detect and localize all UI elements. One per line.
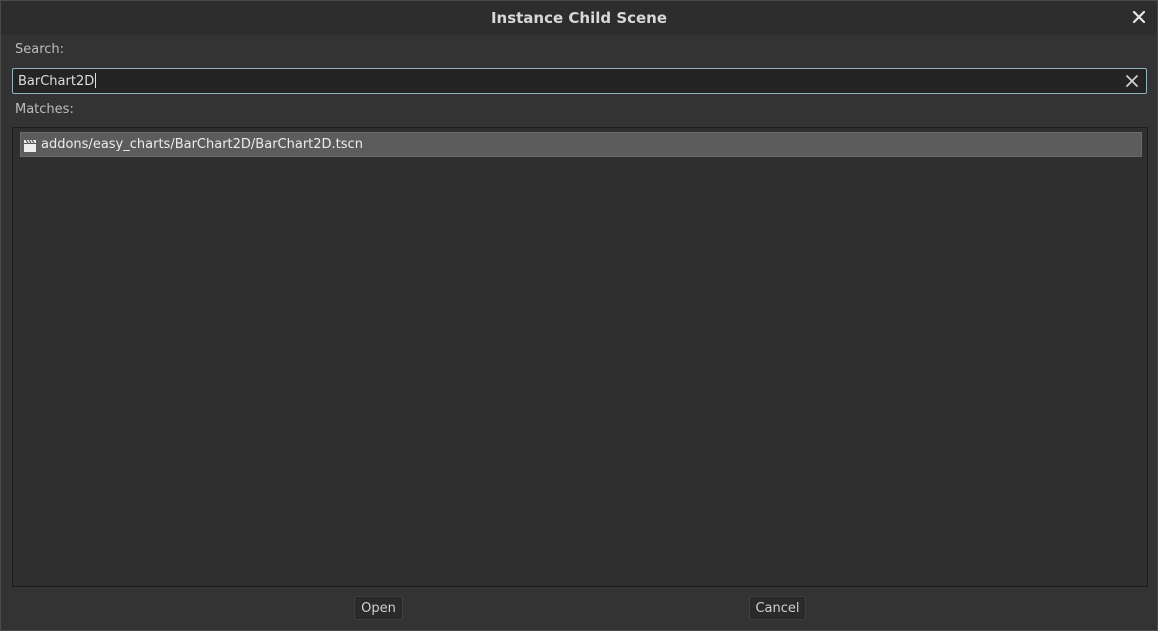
dialog-titlebar: Instance Child Scene bbox=[1, 1, 1157, 35]
close-icon[interactable] bbox=[1129, 7, 1149, 27]
cancel-button[interactable]: Cancel bbox=[749, 596, 806, 620]
search-label: Search: bbox=[15, 42, 65, 57]
dialog-title: Instance Child Scene bbox=[490, 9, 668, 27]
match-path: addons/easy_charts/BarChart2D/BarChart2D… bbox=[41, 137, 363, 152]
instance-child-scene-dialog: Instance Child Scene Search: BarChart2D … bbox=[0, 0, 1158, 631]
scene-clapperboard-icon bbox=[23, 138, 37, 152]
matches-label: Matches: bbox=[15, 102, 74, 117]
text-caret bbox=[95, 73, 97, 88]
search-input-value[interactable]: BarChart2D bbox=[18, 73, 97, 89]
open-button[interactable]: Open bbox=[354, 596, 403, 620]
clear-icon[interactable] bbox=[1124, 73, 1140, 89]
search-input[interactable]: BarChart2D bbox=[12, 68, 1147, 94]
matches-list[interactable]: addons/easy_charts/BarChart2D/BarChart2D… bbox=[12, 127, 1148, 587]
list-item[interactable]: addons/easy_charts/BarChart2D/BarChart2D… bbox=[20, 132, 1142, 157]
